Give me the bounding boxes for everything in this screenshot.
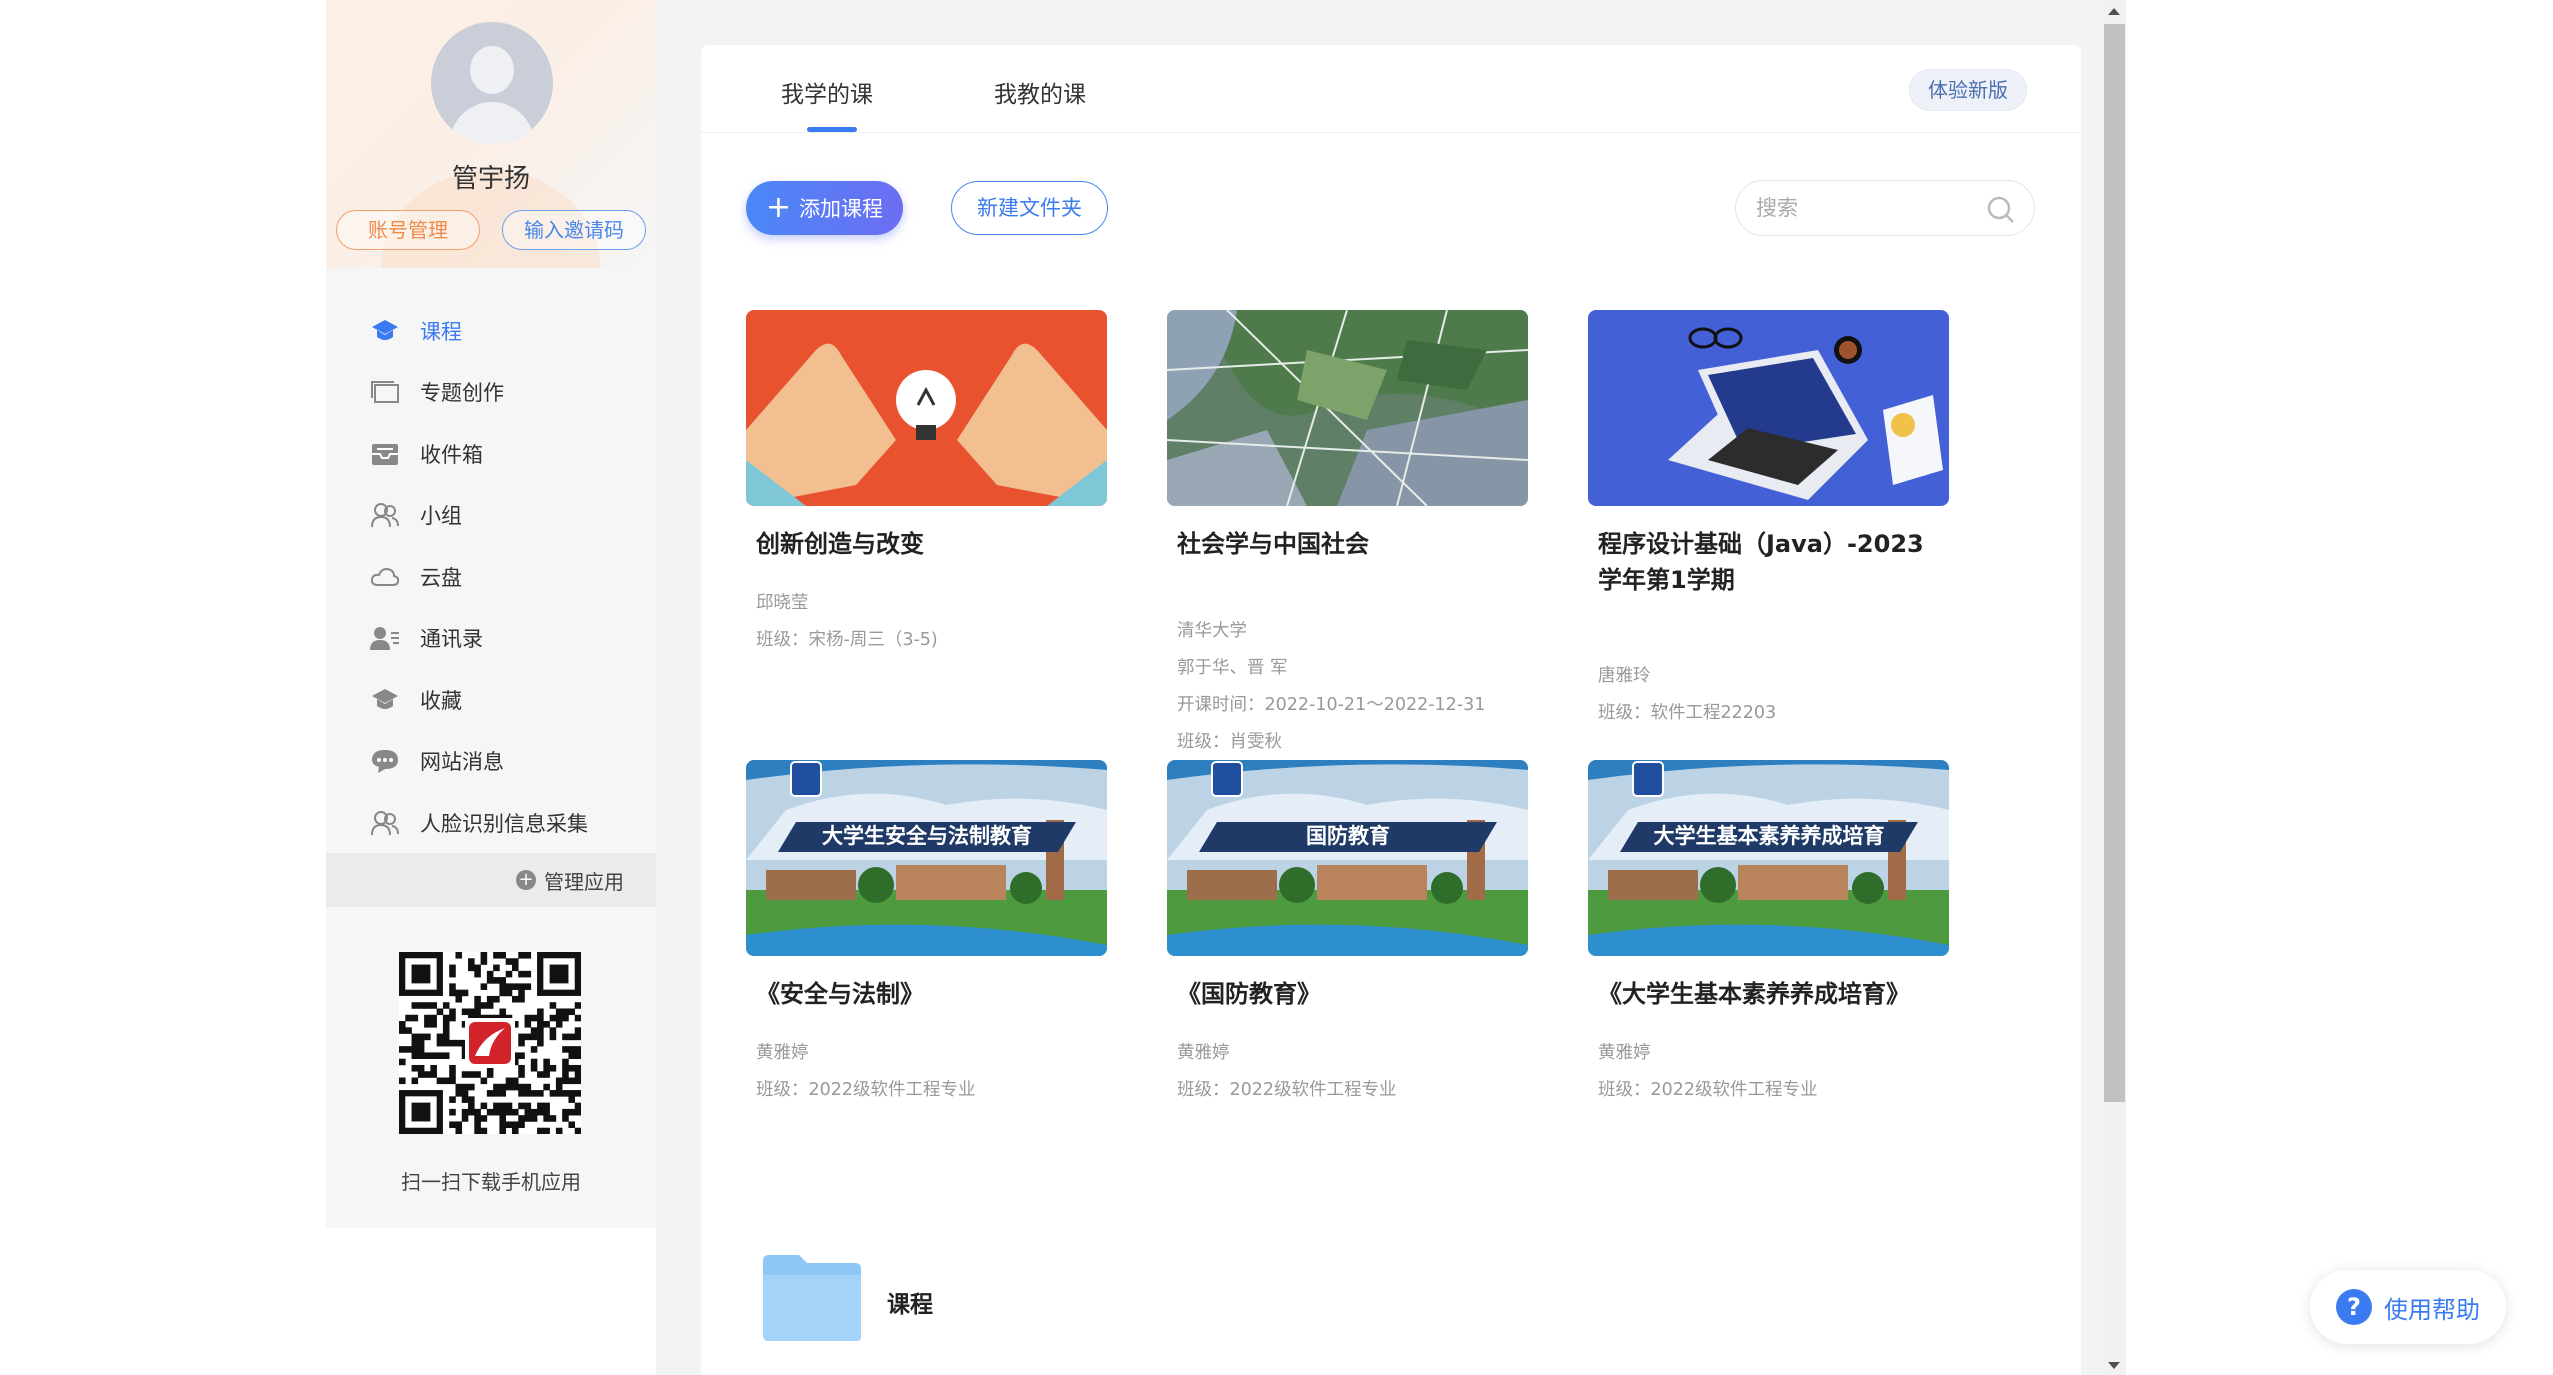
course-period: 开课时间：2022-10-21～2022-12-31 bbox=[1177, 695, 1486, 715]
enter-invite-code-button[interactable]: 输入邀请码 bbox=[502, 210, 646, 250]
course-class: 班级：2022级软件工程专业 bbox=[1177, 1080, 1397, 1100]
course-title[interactable]: 《安全与法制》 bbox=[756, 976, 1101, 1012]
sidebar-item-label: 收件箱 bbox=[420, 442, 483, 467]
search-input[interactable] bbox=[1756, 193, 1976, 223]
course-cover-sociology[interactable] bbox=[1167, 310, 1528, 506]
account-management-button[interactable]: 账号管理 bbox=[336, 210, 480, 250]
sidebar-item-label: 课程 bbox=[420, 319, 462, 344]
course-class: 班级：宋杨-周三（3-5) bbox=[756, 630, 938, 650]
try-new-version-button[interactable]: 体验新版 bbox=[1909, 69, 2027, 111]
course-class: 班级：软件工程22203 bbox=[1598, 703, 1777, 723]
sidebar-item-label: 人脸识别信息采集 bbox=[420, 811, 588, 836]
layers-icon bbox=[370, 377, 400, 407]
search-icon[interactable] bbox=[1986, 195, 2016, 225]
tab-my-learning-courses[interactable]: 我学的课 bbox=[781, 75, 873, 109]
group-icon bbox=[370, 500, 400, 530]
add-course-label: 添加课程 bbox=[799, 197, 884, 221]
graduation-cap-icon bbox=[370, 316, 400, 346]
course-title[interactable]: 《国防教育》 bbox=[1177, 976, 1522, 1012]
banner-text: 国防教育 bbox=[1306, 824, 1390, 848]
scrollbar-thumb[interactable] bbox=[2104, 24, 2125, 1102]
favorite-icon bbox=[370, 685, 400, 715]
course-class: 班级：2022级软件工程专业 bbox=[756, 1080, 976, 1100]
course-class: 班级：肖雯秋 bbox=[1177, 732, 1282, 752]
course-teacher: 郭于华、晋 军 bbox=[1177, 658, 1288, 678]
username: 管宇扬 bbox=[451, 164, 530, 194]
course-teacher: 唐雅玲 bbox=[1598, 666, 1651, 686]
course-cover-safety-law[interactable]: 大学生安全与法制教育 bbox=[746, 760, 1107, 956]
sidebar-item-face-recognition[interactable]: 人脸识别信息采集 bbox=[326, 792, 656, 854]
plus-circle-icon: + bbox=[516, 870, 536, 890]
tab-my-teaching-courses[interactable]: 我教的课 bbox=[994, 75, 1086, 109]
scroll-up-arrow-icon[interactable] bbox=[2108, 8, 2120, 15]
manage-apps-label: 管理应用 bbox=[544, 869, 624, 894]
sidebar-item-label: 小组 bbox=[420, 504, 462, 529]
sidebar-item-label: 通讯录 bbox=[420, 627, 483, 652]
sidebar-item-label: 网站消息 bbox=[420, 750, 504, 775]
course-cover-innovation[interactable] bbox=[746, 310, 1107, 506]
sidebar-item-topic-creation[interactable]: 专题创作 bbox=[326, 362, 656, 424]
active-tab-indicator bbox=[807, 127, 857, 132]
sidebar-item-site-messages[interactable]: 网站消息 bbox=[326, 731, 656, 793]
course-class: 班级：2022级软件工程专业 bbox=[1598, 1080, 1818, 1100]
inbox-icon bbox=[370, 439, 400, 469]
tab-bar: 我学的课 我教的课 体验新版 bbox=[701, 45, 2081, 133]
sidebar: 管宇扬 账号管理 输入邀请码 课程 专题创作 收件箱 小组 云盘 通讯录 收藏 … bbox=[326, 0, 656, 1228]
profile-card: 管宇扬 账号管理 输入邀请码 bbox=[326, 0, 656, 268]
qr-caption: 扫一扫下载手机应用 bbox=[401, 1170, 581, 1194]
course-teacher: 黄雅婷 bbox=[756, 1043, 809, 1063]
search-box bbox=[1735, 180, 2035, 236]
sidebar-nav: 课程 专题创作 收件箱 小组 云盘 通讯录 收藏 网站消息 人脸识别信息采集 bbox=[326, 300, 656, 854]
folder-icon[interactable] bbox=[759, 1253, 865, 1343]
sidebar-item-contacts[interactable]: 通讯录 bbox=[326, 608, 656, 670]
message-icon bbox=[370, 746, 400, 776]
question-icon: ? bbox=[2336, 1289, 2372, 1325]
contacts-icon bbox=[370, 623, 400, 653]
avatar[interactable] bbox=[431, 22, 553, 144]
course-teacher: 黄雅婷 bbox=[1177, 1043, 1230, 1063]
course-title[interactable]: 程序设计基础（Java）-2023学年第1学期 bbox=[1598, 526, 1943, 598]
course-title[interactable]: 社会学与中国社会 bbox=[1177, 526, 1522, 562]
course-cover-java[interactable] bbox=[1588, 310, 1949, 506]
course-title[interactable]: 创新创造与改变 bbox=[756, 526, 1101, 562]
manage-apps-button[interactable]: + 管理应用 bbox=[326, 853, 656, 907]
sidebar-item-group[interactable]: 小组 bbox=[326, 485, 656, 547]
course-teacher: 邱晓莹 bbox=[756, 593, 809, 613]
sidebar-item-label: 收藏 bbox=[420, 688, 462, 713]
sidebar-item-label: 云盘 bbox=[420, 565, 462, 590]
download-app-qr-code bbox=[399, 952, 582, 1135]
face-id-icon bbox=[370, 808, 400, 838]
course-cover-national-defense[interactable]: 国防教育 bbox=[1167, 760, 1528, 956]
sidebar-item-label: 专题创作 bbox=[420, 381, 504, 406]
scroll-down-arrow-icon[interactable] bbox=[2108, 1362, 2120, 1369]
sidebar-item-courses[interactable]: 课程 bbox=[326, 300, 656, 362]
sidebar-item-cloud-disk[interactable]: 云盘 bbox=[326, 546, 656, 608]
course-cover-basic-literacy[interactable]: 大学生基本素养养成培育 bbox=[1588, 760, 1949, 956]
plus-icon: + bbox=[765, 190, 792, 225]
banner-text: 大学生基本素养养成培育 bbox=[1654, 824, 1885, 848]
new-folder-button[interactable]: 新建文件夹 bbox=[951, 181, 1108, 235]
course-school: 清华大学 bbox=[1177, 621, 1247, 641]
sidebar-item-favorites[interactable]: 收藏 bbox=[326, 669, 656, 731]
cloud-icon bbox=[370, 562, 400, 592]
course-panel: 我学的课 我教的课 体验新版 + 添加课程 新建文件夹 创新创造 bbox=[701, 45, 2081, 1375]
help-button[interactable]: ? 使用帮助 bbox=[2310, 1270, 2506, 1344]
help-label: 使用帮助 bbox=[2384, 1295, 2480, 1324]
banner-text: 大学生安全与法制教育 bbox=[822, 824, 1032, 848]
course-title[interactable]: 《大学生基本素养养成培育》 bbox=[1598, 976, 1943, 1012]
folder-name[interactable]: 课程 bbox=[887, 1285, 933, 1319]
sidebar-item-inbox[interactable]: 收件箱 bbox=[326, 423, 656, 485]
course-teacher: 黄雅婷 bbox=[1598, 1043, 1651, 1063]
add-course-button[interactable]: + 添加课程 bbox=[746, 181, 903, 235]
